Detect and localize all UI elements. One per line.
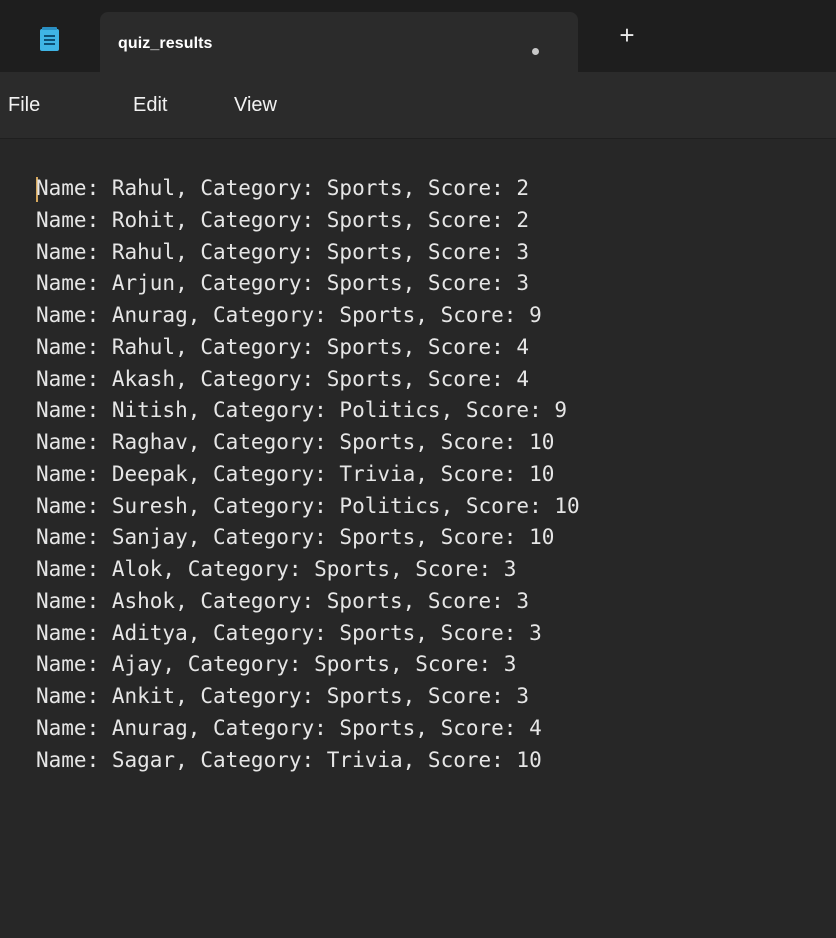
document-line[interactable]: Name: Ashok, Category: Sports, Score: 3 <box>36 586 580 618</box>
document-line[interactable]: Name: Arjun, Category: Sports, Score: 3 <box>36 268 580 300</box>
document-line[interactable]: Name: Deepak, Category: Trivia, Score: 1… <box>36 459 580 491</box>
document-line[interactable]: Name: Rahul, Category: Sports, Score: 4 <box>36 332 580 364</box>
menu-file[interactable]: File <box>8 94 40 117</box>
document-line[interactable]: Name: Raghav, Category: Sports, Score: 1… <box>36 427 580 459</box>
menu-edit[interactable]: Edit <box>133 94 167 117</box>
tab-title: quiz_results <box>118 35 213 52</box>
document-line[interactable]: Name: Anurag, Category: Sports, Score: 9 <box>36 300 580 332</box>
document-line[interactable]: Name: Akash, Category: Sports, Score: 4 <box>36 364 580 396</box>
document-line[interactable]: Name: Sanjay, Category: Sports, Score: 1… <box>36 522 580 554</box>
document-line[interactable]: Name: Nitish, Category: Politics, Score:… <box>36 395 580 427</box>
menu-bar: File Edit View <box>0 72 836 139</box>
document-line[interactable]: Name: Alok, Category: Sports, Score: 3 <box>36 554 580 586</box>
unsaved-indicator-icon[interactable] <box>532 48 539 55</box>
document-line[interactable]: Name: Ankit, Category: Sports, Score: 3 <box>36 681 580 713</box>
document-line[interactable]: Name: Ajay, Category: Sports, Score: 3 <box>36 649 580 681</box>
document-line[interactable]: Name: Rahul, Category: Sports, Score: 2 <box>36 173 580 205</box>
document-line[interactable]: Name: Aditya, Category: Sports, Score: 3 <box>36 618 580 650</box>
tab-quiz-results[interactable]: quiz_results <box>100 12 578 72</box>
title-bar: quiz_results + <box>0 0 836 72</box>
menu-view[interactable]: View <box>234 94 277 117</box>
document-lines[interactable]: Name: Rahul, Category: Sports, Score: 2N… <box>36 173 580 776</box>
document-line[interactable]: Name: Sagar, Category: Trivia, Score: 10 <box>36 745 580 777</box>
document-line[interactable]: Name: Suresh, Category: Politics, Score:… <box>36 491 580 523</box>
notepad-icon <box>40 27 59 51</box>
document-line[interactable]: Name: Anurag, Category: Sports, Score: 4 <box>36 713 580 745</box>
notepad-window: quiz_results + File Edit View Name: Rahu… <box>0 0 836 938</box>
document-line[interactable]: Name: Rohit, Category: Sports, Score: 2 <box>36 205 580 237</box>
plus-icon[interactable]: + <box>612 20 642 50</box>
text-editor[interactable]: Name: Rahul, Category: Sports, Score: 2N… <box>0 139 836 938</box>
document-line[interactable]: Name: Rahul, Category: Sports, Score: 3 <box>36 237 580 269</box>
